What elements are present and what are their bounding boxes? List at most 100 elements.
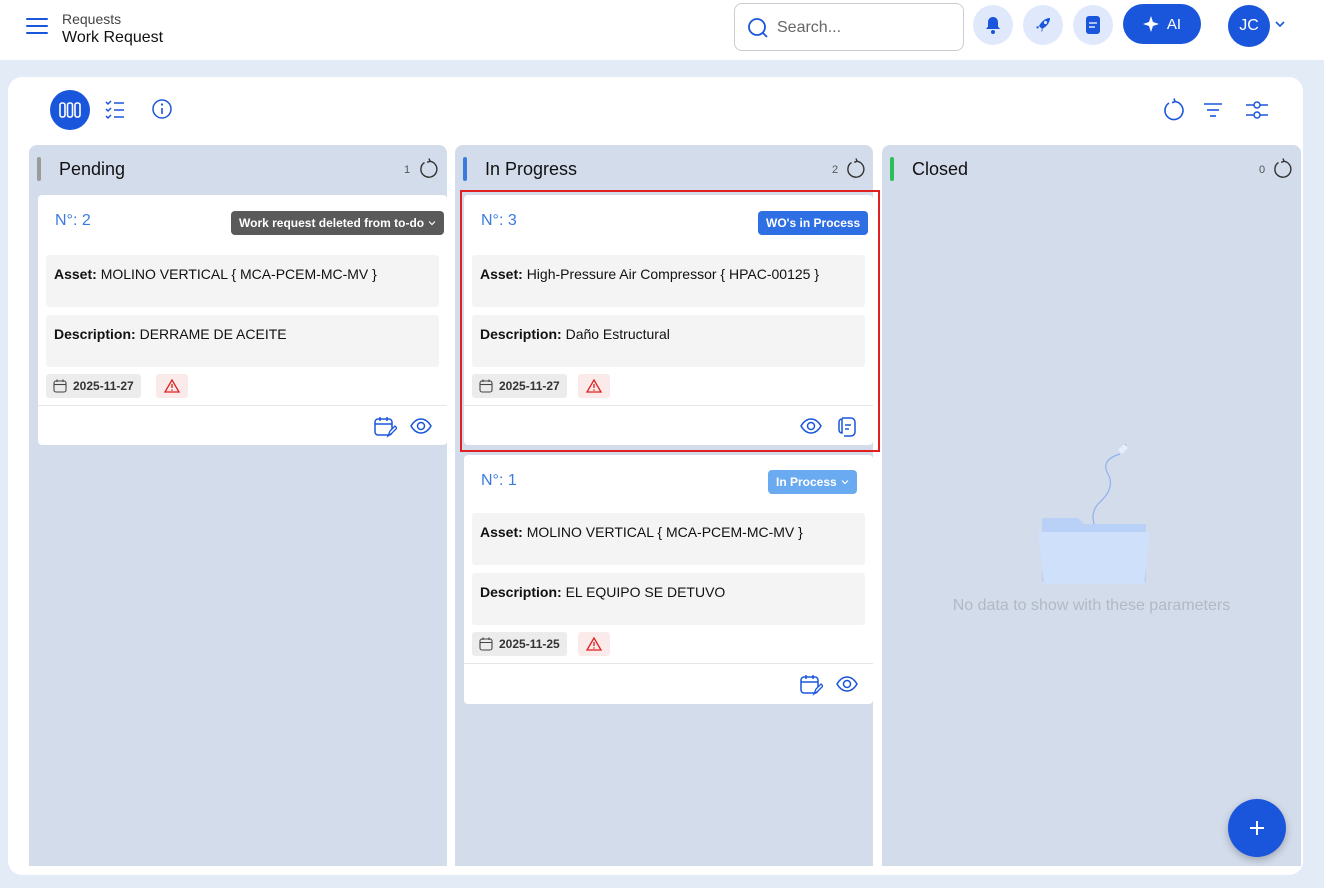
notifications-button[interactable] xyxy=(973,5,1013,45)
columns-icon xyxy=(59,102,81,118)
badge-label: WO's in Process xyxy=(766,216,861,230)
plus-icon xyxy=(1250,821,1264,835)
schedule-edit-icon[interactable] xyxy=(373,415,397,439)
chevron-down-icon xyxy=(841,480,849,485)
column-title: Closed xyxy=(912,159,969,179)
refresh-icon[interactable] xyxy=(1162,98,1186,122)
quick-launch-button[interactable] xyxy=(1023,5,1063,45)
column-count: 1 xyxy=(404,164,411,176)
description-label: Description: xyxy=(480,326,562,342)
column-header: In Progress 2 xyxy=(455,145,873,193)
card-footer xyxy=(464,663,873,703)
work-request-card[interactable]: N°: 2 Work request deleted from to-do As… xyxy=(38,195,447,445)
date-value: 2025-11-27 xyxy=(499,379,560,393)
card-number: N°: 2 xyxy=(55,212,91,229)
adjust-settings-icon[interactable] xyxy=(1244,98,1270,122)
eye-icon[interactable] xyxy=(835,673,859,695)
date-value: 2025-11-25 xyxy=(499,637,560,651)
filter-icon[interactable] xyxy=(1202,101,1224,119)
info-icon[interactable] xyxy=(151,98,173,120)
add-button[interactable] xyxy=(1228,799,1286,857)
page-title: Work Request xyxy=(62,29,164,46)
chevron-down-icon xyxy=(428,221,436,226)
asset-value: MOLINO VERTICAL { MCA-PCEM-MC-MV } xyxy=(100,266,377,282)
eye-icon[interactable] xyxy=(799,415,823,437)
refresh-icon[interactable] xyxy=(845,158,867,180)
chevron-down-icon[interactable] xyxy=(1275,20,1285,28)
asset-field: Asset: High-Pressure Air Compressor { HP… xyxy=(472,255,865,307)
card-number: N°: 3 xyxy=(481,212,517,229)
ai-button-label: AI xyxy=(1166,15,1182,33)
description-value: DERRAME DE ACEITE xyxy=(139,326,287,342)
date-value: 2025-11-27 xyxy=(73,379,134,393)
description-label: Description: xyxy=(54,326,136,342)
note-icon xyxy=(1086,16,1100,34)
calendar-icon xyxy=(479,637,493,651)
card-footer xyxy=(464,405,873,445)
date-chip: 2025-11-27 xyxy=(472,374,567,398)
refresh-icon[interactable] xyxy=(1272,158,1294,180)
description-field: Description: DERRAME DE ACEITE xyxy=(46,315,439,367)
description-field: Description: Daño Estructural xyxy=(472,315,865,367)
status-badge[interactable]: Work request deleted from to-do xyxy=(231,211,445,235)
column-header: Pending 1 xyxy=(29,145,447,193)
badge-label: Work request deleted from to-do xyxy=(239,216,425,230)
column-title: In Progress xyxy=(485,159,578,179)
work-order-icon[interactable] xyxy=(835,415,859,439)
search-icon xyxy=(748,18,768,38)
eye-icon[interactable] xyxy=(409,415,433,437)
avatar[interactable]: JC xyxy=(1228,5,1270,47)
asset-value: High-Pressure Air Compressor { HPAC-0012… xyxy=(526,266,819,282)
menu-icon[interactable] xyxy=(26,18,48,36)
card-number: N°: 1 xyxy=(481,472,517,489)
description-value: Daño Estructural xyxy=(565,326,670,342)
column-header: Closed 0 xyxy=(882,145,1301,193)
priority-warning xyxy=(578,374,610,398)
search-box[interactable] xyxy=(734,3,964,51)
breadcrumb-parent[interactable]: Requests xyxy=(62,11,121,27)
checklist-icon[interactable] xyxy=(104,98,126,120)
warning-icon xyxy=(586,379,602,393)
description-label: Description: xyxy=(480,584,562,600)
column-title: Pending xyxy=(59,159,126,179)
status-badge[interactable]: WO's in Process xyxy=(758,211,869,235)
column-count: 0 xyxy=(1259,164,1266,176)
schedule-edit-icon[interactable] xyxy=(799,673,823,697)
asset-label: Asset: xyxy=(480,266,523,282)
sparkle-icon xyxy=(1142,16,1159,32)
warning-icon xyxy=(586,637,602,651)
ai-button[interactable]: AI xyxy=(1123,4,1201,44)
asset-label: Asset: xyxy=(480,524,523,540)
priority-warning xyxy=(578,632,610,656)
rocket-icon xyxy=(1036,18,1050,32)
top-bar: Requests Work Request AI JC xyxy=(0,0,1324,60)
asset-field: Asset: MOLINO VERTICAL { MCA-PCEM-MC-MV … xyxy=(472,513,865,565)
badge-label: In Process xyxy=(776,475,837,489)
date-chip: 2025-11-27 xyxy=(46,374,141,398)
status-badge[interactable]: In Process xyxy=(768,470,857,494)
description-value: EL EQUIPO SE DETUVO xyxy=(565,584,726,600)
empty-state-message: No data to show with these parameters xyxy=(952,597,1231,614)
status-bar xyxy=(890,157,894,181)
asset-value: MOLINO VERTICAL { MCA-PCEM-MC-MV } xyxy=(526,524,803,540)
bell-icon xyxy=(986,17,1000,34)
card-footer xyxy=(38,405,447,445)
warning-icon xyxy=(164,379,180,393)
work-request-card[interactable]: N°: 1 In Process Asset: MOLINO VERTICAL … xyxy=(464,455,873,704)
refresh-icon[interactable] xyxy=(418,158,440,180)
date-chip: 2025-11-25 xyxy=(472,632,567,656)
asset-label: Asset: xyxy=(54,266,97,282)
calendar-icon xyxy=(479,379,493,393)
status-bar xyxy=(37,157,41,181)
priority-warning xyxy=(156,374,188,398)
status-bar xyxy=(463,157,467,181)
board-view-button[interactable] xyxy=(50,90,90,130)
search-input[interactable] xyxy=(777,16,952,40)
description-field: Description: EL EQUIPO SE DETUVO xyxy=(472,573,865,625)
asset-field: Asset: MOLINO VERTICAL { MCA-PCEM-MC-MV … xyxy=(46,255,439,307)
notes-button[interactable] xyxy=(1073,5,1113,45)
column-count: 2 xyxy=(832,164,839,176)
empty-folder-icon xyxy=(1038,443,1150,584)
calendar-icon xyxy=(53,379,67,393)
work-request-card[interactable]: N°: 3 WO's in Process Asset: High-Pressu… xyxy=(464,195,873,445)
